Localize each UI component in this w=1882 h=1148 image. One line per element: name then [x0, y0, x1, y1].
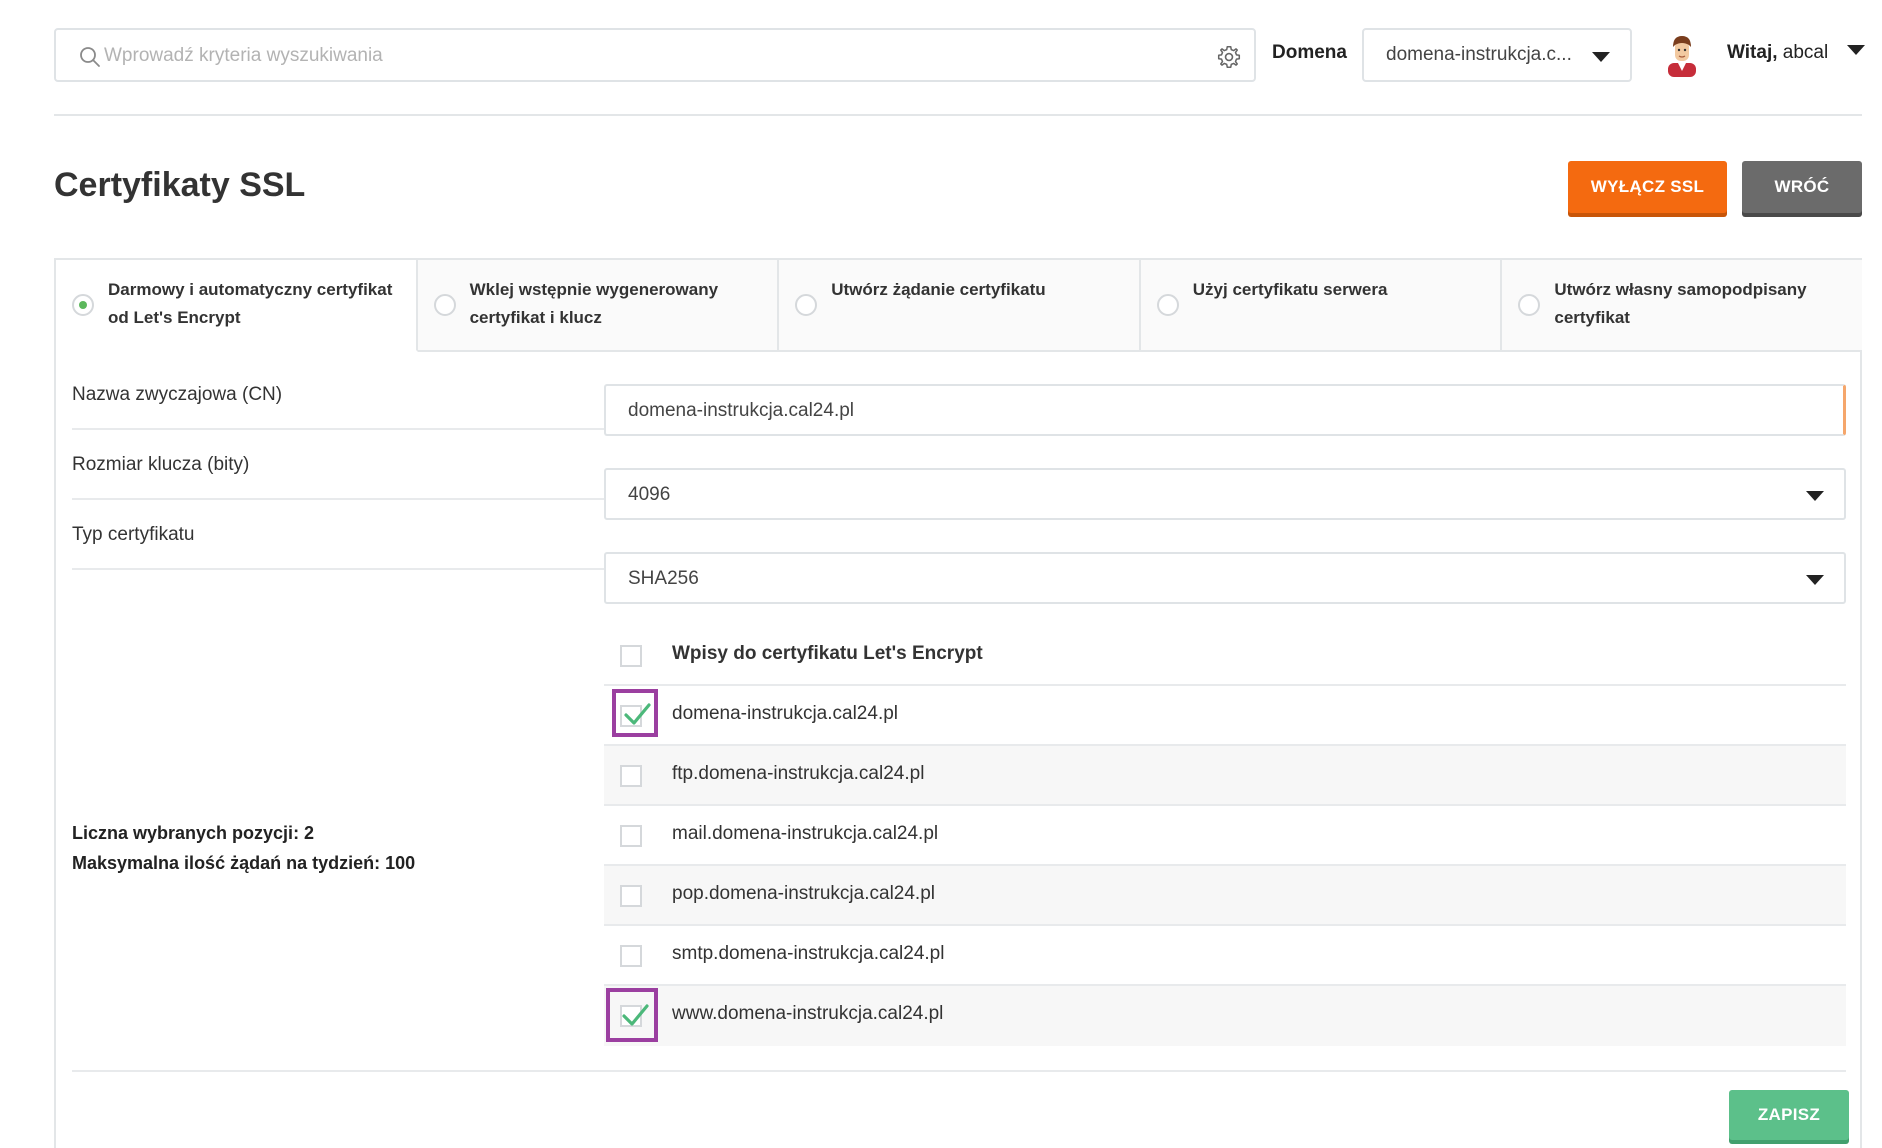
radio-create-request[interactable] — [795, 294, 818, 316]
entry-label: mail.domena-instrukcja.cal24.pl — [672, 823, 939, 844]
cert-type-tabs: Darmowy i automatyczny certyfikat od Let… — [56, 260, 1862, 352]
cn-value: domena-instrukcja.cal24.pl — [628, 400, 855, 421]
list-item[interactable]: mail.domena-instrukcja.cal24.pl — [604, 806, 1846, 866]
list-item[interactable]: ftp.domena-instrukcja.cal24.pl — [604, 746, 1846, 806]
chevron-down-icon — [1806, 575, 1824, 585]
selected-count: Liczna wybranych pozycji: 2 — [72, 823, 315, 843]
user-menu[interactable]: Witaj, abcal — [1727, 42, 1866, 64]
chevron-down-icon — [1592, 52, 1610, 62]
search-icon — [80, 47, 100, 67]
username: abcal — [1782, 42, 1829, 63]
tab-lets-encrypt[interactable]: Darmowy i automatyczny certyfikat od Let… — [56, 260, 418, 352]
entries-list: Wpisy do certyfikatu Let's Encrypt domen… — [604, 626, 1846, 1046]
cert-type-label: Typ certyfikatu — [72, 524, 195, 545]
list-item[interactable]: smtp.domena-instrukcja.cal24.pl — [604, 926, 1846, 986]
entry-checkbox[interactable] — [620, 885, 642, 907]
entry-label: pop.domena-instrukcja.cal24.pl — [672, 883, 935, 904]
weekly-limit: Maksymalna ilość żądań na tydzień: 100 — [72, 853, 416, 873]
select-all-checkbox[interactable] — [620, 645, 642, 667]
tab-create-request[interactable]: Utwórz żądanie certyfikatu — [779, 260, 1141, 352]
cert-type-select[interactable]: SHA256 — [604, 552, 1846, 604]
entry-checkbox[interactable] — [620, 945, 642, 967]
entry-label: ftp.domena-instrukcja.cal24.pl — [672, 763, 925, 784]
cert-type-value: SHA256 — [628, 568, 699, 589]
list-header: Wpisy do certyfikatu Let's Encrypt — [604, 626, 1846, 686]
key-size-label: Rozmiar klucza (bity) — [72, 454, 250, 475]
domain-label: Domena — [1272, 42, 1347, 63]
search-input[interactable] — [104, 38, 1184, 74]
avatar[interactable] — [1662, 33, 1702, 77]
disable-ssl-button[interactable]: WYŁĄCZ SSL — [1568, 161, 1727, 213]
entry-label: www.domena-instrukcja.cal24.pl — [672, 1003, 944, 1024]
tab-label: Wklej wstępnie wygenerowany certyfikat i… — [469, 280, 719, 327]
checkbox-highlight — [606, 988, 658, 1042]
entry-label: domena-instrukcja.cal24.pl — [672, 703, 899, 724]
page-title: Certyfikaty SSL — [54, 166, 306, 204]
chevron-down-icon — [1847, 45, 1866, 55]
gear-icon[interactable] — [1216, 44, 1242, 70]
radio-paste-certificate[interactable] — [433, 294, 456, 316]
list-item[interactable]: pop.domena-instrukcja.cal24.pl — [604, 866, 1846, 926]
entry-label: smtp.domena-instrukcja.cal24.pl — [672, 943, 945, 964]
cn-input[interactable]: domena-instrukcja.cal24.pl — [604, 384, 1846, 436]
header-divider — [54, 114, 1862, 116]
checkbox-highlight — [612, 689, 658, 737]
domain-select-value: domena-instrukcja.c... — [1386, 44, 1572, 65]
radio-server-certificate[interactable] — [1156, 294, 1179, 316]
tab-label: Utwórz żądanie certyfikatu — [831, 280, 1046, 299]
domain-select[interactable]: domena-instrukcja.c... — [1362, 28, 1632, 82]
selection-info: Liczna wybranych pozycji: 2 Maksymalna i… — [72, 818, 415, 878]
entry-checkbox[interactable] — [620, 825, 642, 847]
list-header-label: Wpisy do certyfikatu Let's Encrypt — [672, 643, 983, 664]
search-box[interactable] — [54, 28, 1256, 82]
radio-self-signed[interactable] — [1518, 294, 1541, 316]
check-icon — [622, 1004, 649, 1026]
check-icon — [624, 703, 651, 725]
top-bar: Domena domena-instrukcja.c... Witaj, abc… — [54, 28, 1866, 82]
entry-checkbox[interactable] — [620, 765, 642, 787]
tab-label: Darmowy i automatyczny certyfikat od Let… — [108, 280, 393, 327]
tab-label: Utwórz własny samopodpisany certyfikat — [1554, 280, 1807, 327]
tab-self-signed[interactable]: Utwórz własny samopodpisany certyfikat — [1502, 260, 1862, 352]
form-footer-divider — [72, 1070, 1846, 1072]
cn-label: Nazwa zwyczajowa (CN) — [72, 384, 283, 405]
tab-server-certificate[interactable]: Użyj certyfikatu serwera — [1140, 260, 1503, 352]
save-button[interactable]: ZAPISZ — [1729, 1090, 1849, 1140]
tab-label: Użyj certyfikatu serwera — [1192, 280, 1388, 299]
greeting-prefix: Witaj, — [1727, 42, 1778, 63]
ssl-panel: Darmowy i automatyczny certyfikat od Let… — [54, 258, 1862, 1148]
back-button[interactable]: WRÓĆ — [1742, 161, 1862, 213]
tab-paste-certificate[interactable]: Wklej wstępnie wygenerowany certyfikat i… — [417, 260, 780, 352]
list-item[interactable]: www.domena-instrukcja.cal24.pl — [604, 986, 1846, 1046]
radio-lets-encrypt[interactable] — [72, 294, 94, 316]
list-item[interactable]: domena-instrukcja.cal24.pl — [604, 686, 1846, 746]
